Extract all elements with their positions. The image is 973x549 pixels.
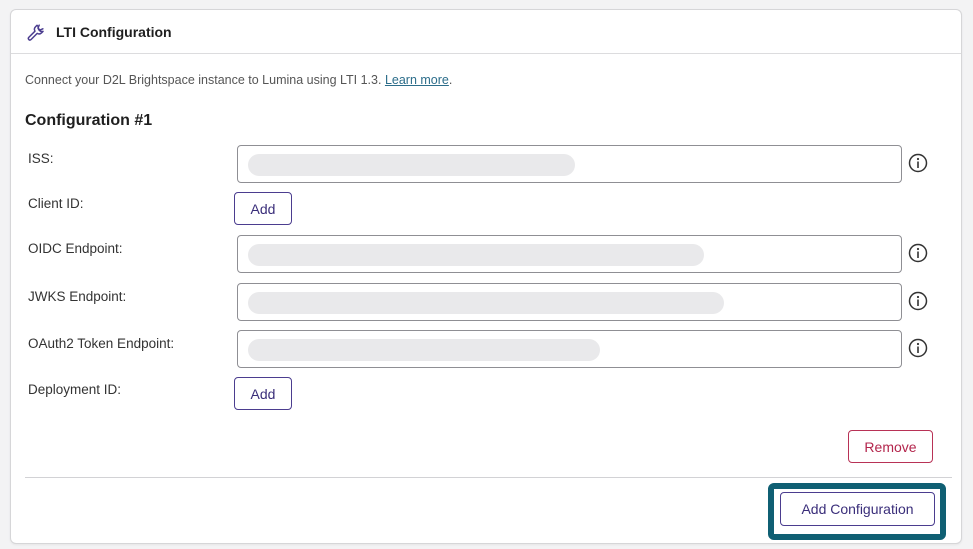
iss-info-icon[interactable] [908, 153, 928, 173]
intro-trailing: . [448, 73, 453, 87]
learn-more-link[interactable]: Learn more [385, 73, 449, 87]
jwks-endpoint-label: JWKS Endpoint: [28, 289, 127, 304]
intro-text: Connect your D2L Brightspace instance to… [25, 73, 452, 87]
oidc-endpoint-value-placeholder [248, 244, 704, 266]
oidc-endpoint-label: OIDC Endpoint: [28, 241, 123, 256]
oauth2-token-endpoint-info-icon[interactable] [908, 338, 928, 358]
add-configuration-button[interactable]: Add Configuration [780, 492, 935, 526]
client-id-label: Client ID: [28, 196, 84, 211]
page-title: LTI Configuration [56, 23, 172, 40]
oidc-endpoint-info-icon[interactable] [908, 243, 928, 263]
deployment-id-label: Deployment ID: [28, 382, 122, 397]
oauth2-token-endpoint-label: OAuth2 Token Endpoint: [28, 336, 175, 351]
jwks-endpoint-info-icon[interactable] [908, 291, 928, 311]
configuration-title: Configuration #1 [25, 112, 153, 129]
jwks-endpoint-value-placeholder [248, 292, 724, 314]
iss-input[interactable] [237, 145, 902, 183]
jwks-endpoint-input[interactable] [237, 283, 902, 321]
oidc-endpoint-input[interactable] [237, 235, 902, 273]
intro-description: Connect your D2L Brightspace instance to… [25, 73, 382, 87]
card-header: LTI Configuration [11, 10, 961, 54]
iss-label: ISS: [28, 151, 54, 166]
iss-value-placeholder [248, 154, 575, 176]
oauth2-token-endpoint-value-placeholder [248, 339, 600, 361]
lti-configuration-card: LTI Configuration Connect your D2L Brigh… [10, 9, 962, 544]
oauth2-token-endpoint-input[interactable] [237, 330, 902, 368]
deployment-id-add-button[interactable]: Add [234, 377, 292, 410]
remove-configuration-button[interactable]: Remove [848, 430, 933, 463]
client-id-add-button[interactable]: Add [234, 192, 292, 225]
wrench-icon [27, 23, 44, 41]
divider [25, 477, 952, 478]
